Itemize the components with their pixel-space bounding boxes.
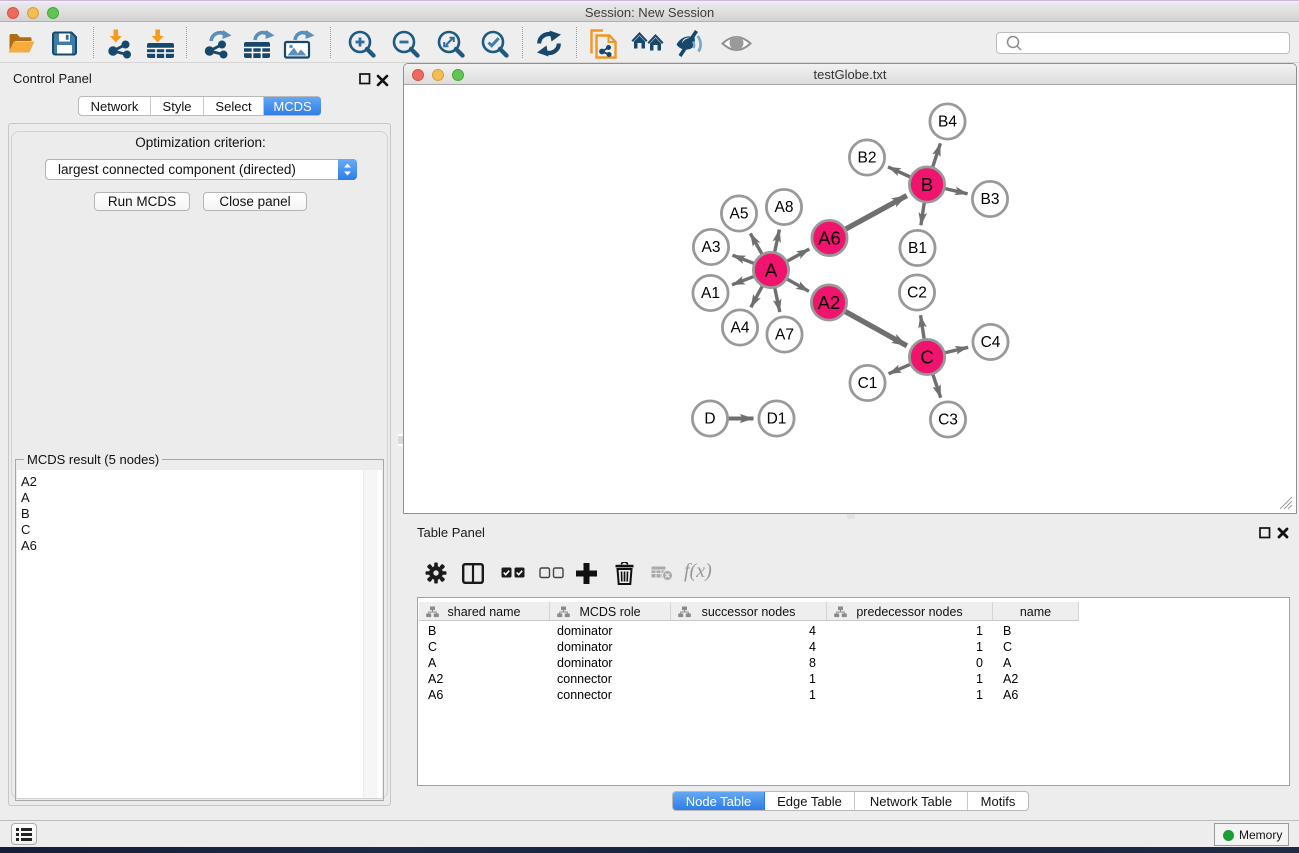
svg-text:A: A [765,260,778,281]
svg-text:A8: A8 [775,199,794,216]
svg-text:A6: A6 [818,228,841,249]
svg-text:B2: B2 [858,150,877,167]
svg-text:C: C [920,347,933,368]
svg-text:A1: A1 [701,285,720,302]
svg-text:B1: B1 [908,240,927,257]
svg-text:D1: D1 [767,411,787,428]
svg-text:B3: B3 [981,191,1000,208]
svg-text:A5: A5 [730,206,749,223]
svg-text:A2: A2 [818,292,841,313]
svg-text:A3: A3 [702,239,721,256]
svg-text:B4: B4 [938,114,957,131]
svg-text:D: D [704,411,715,428]
svg-text:B: B [921,174,933,195]
svg-text:A4: A4 [731,320,750,337]
svg-text:C3: C3 [938,412,958,429]
svg-text:C4: C4 [981,334,1001,351]
svg-text:A7: A7 [775,327,794,344]
svg-text:C1: C1 [858,375,878,392]
svg-text:C2: C2 [907,285,927,302]
